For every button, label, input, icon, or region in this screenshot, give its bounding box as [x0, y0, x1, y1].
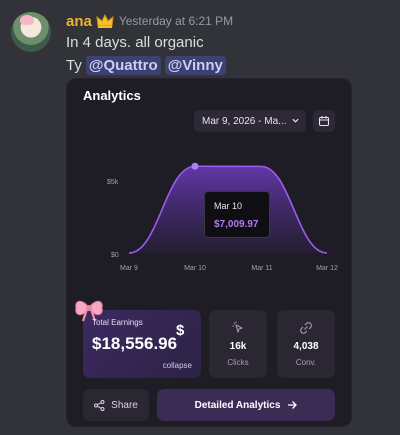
conversion-icon	[300, 322, 312, 334]
message-text-prefix: Ty	[66, 57, 82, 74]
x-tick-label: Mar 11	[251, 265, 273, 272]
arrow-right-icon	[288, 401, 298, 409]
calendar-icon	[318, 116, 330, 127]
x-tick-label: Mar 9	[120, 265, 138, 272]
share-icon	[94, 399, 105, 411]
total-earnings-card: Total Earnings $ $18,556.96 collapse	[75, 300, 201, 378]
detailed-analytics-button[interactable]: Detailed Analytics	[157, 389, 335, 421]
mention-quattro[interactable]: @Quattro	[85, 56, 161, 75]
share-label: Share	[111, 399, 138, 411]
tooltip-value: $7,009.97	[214, 219, 259, 230]
stat-label: Clicks	[227, 358, 249, 367]
earnings-label: Total Earnings	[92, 318, 143, 327]
mention-vinny[interactable]: @Vinny	[164, 56, 226, 75]
share-button[interactable]: Share	[83, 389, 149, 421]
timestamp: Yesterday at 6:21 PM	[118, 14, 234, 28]
crown-icon	[96, 13, 114, 28]
calendar-button[interactable]	[313, 110, 335, 132]
tooltip-date: Mar 10	[214, 201, 243, 211]
y-tick-label: $0	[111, 252, 119, 259]
stat-label: Conv.	[295, 358, 317, 367]
x-tick-label: Mar 10	[184, 265, 206, 272]
analytics-card: Analytics Mar 9, 2026 - Ma... $5k $0 Mar…	[66, 78, 352, 427]
message-header: ana Yesterday at 6:21 PM	[66, 12, 233, 30]
dollar-icon: $	[176, 322, 185, 339]
earnings-value: $18,556.96	[92, 334, 178, 353]
stat-value: 4,038	[293, 341, 319, 352]
avatar[interactable]	[11, 12, 51, 52]
date-range-label: Mar 9, 2026 - Ma...	[202, 115, 287, 127]
y-tick-label: $5k	[107, 179, 119, 186]
date-range-select[interactable]: Mar 9, 2026 - Ma...	[194, 110, 306, 132]
detailed-analytics-label: Detailed Analytics	[194, 399, 281, 411]
card-title: Analytics	[83, 88, 141, 103]
cursor-click-icon	[232, 321, 243, 333]
collapse-link[interactable]: collapse	[163, 361, 192, 370]
data-point[interactable]	[191, 162, 199, 170]
message-text: In 4 days. all organic	[66, 34, 204, 51]
stat-clicks: 16k Clicks	[209, 310, 267, 378]
chevron-down-icon	[292, 118, 299, 123]
stat-conversions: 4,038 Conv.	[277, 310, 335, 378]
chart-tooltip: Mar 10 $7,009.97	[204, 191, 270, 238]
message-text-mentions: Ty @Quattro @Vinny	[66, 56, 226, 75]
username[interactable]: ana	[66, 13, 92, 30]
x-tick-label: Mar 12	[316, 265, 338, 272]
stat-value: 16k	[229, 341, 247, 352]
